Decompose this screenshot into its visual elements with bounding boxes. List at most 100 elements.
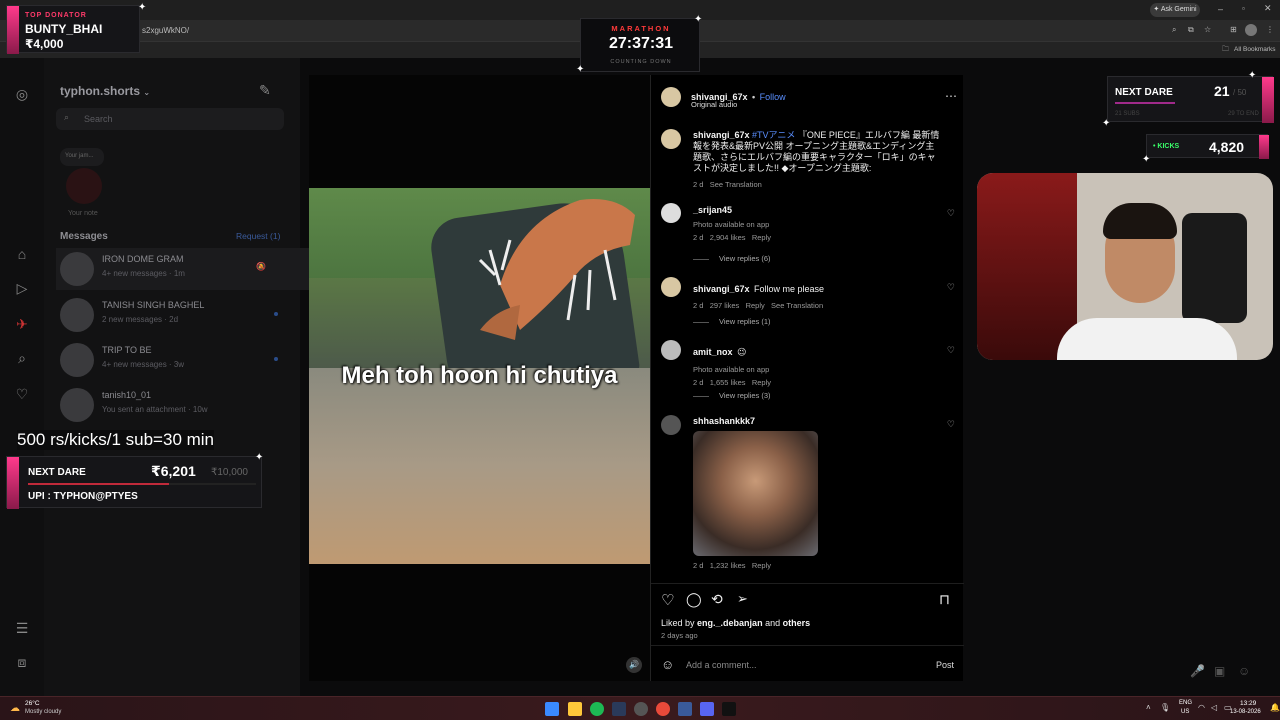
- meta-apps-icon[interactable]: ⧈: [14, 654, 30, 670]
- reply-link[interactable]: Reply: [752, 378, 771, 387]
- post-comment-button[interactable]: Post: [936, 660, 954, 670]
- comment-avatar[interactable]: [661, 277, 681, 297]
- volume-tray-icon[interactable]: ◁: [1211, 703, 1217, 712]
- account-switcher[interactable]: typhon.shorts ⌄: [60, 84, 150, 98]
- like-comment-heart-icon[interactable]: ♡: [947, 208, 955, 219]
- dm-thread[interactable]: TRIP TO BE 4+ new messages · 3w: [56, 339, 326, 381]
- start-icon[interactable]: [545, 702, 559, 716]
- chrome-icon[interactable]: [656, 702, 670, 716]
- dm-thread[interactable]: tanish10_01 You sent an attachment · 10w: [56, 384, 326, 426]
- instagram-logo-icon[interactable]: ◎: [14, 86, 30, 102]
- clock-date[interactable]: 13-08-2026: [1230, 709, 1261, 715]
- audio-label[interactable]: Original audio: [691, 100, 737, 109]
- comment-photo[interactable]: [693, 431, 818, 556]
- see-translation-link[interactable]: See Translation: [771, 301, 823, 310]
- more-options-icon[interactable]: ⋯: [945, 89, 957, 103]
- ask-gemini-button[interactable]: ✦ Ask Gemini: [1150, 3, 1200, 17]
- weather-desc[interactable]: Mostly cloudy: [25, 709, 61, 715]
- note-avatar[interactable]: [66, 168, 102, 204]
- notifications-heart-icon[interactable]: ♡: [14, 386, 30, 402]
- close-window-icon[interactable]: ✕: [1264, 3, 1272, 14]
- caption-avatar[interactable]: [661, 129, 681, 149]
- maximize-icon[interactable]: ▫: [1242, 4, 1245, 13]
- comment-bubble-icon[interactable]: ◯: [686, 591, 702, 608]
- region-indicator[interactable]: US: [1181, 709, 1189, 715]
- comment-username[interactable]: _srijan45: [693, 205, 771, 215]
- bookmark-star-icon[interactable]: ☆: [1204, 25, 1211, 34]
- language-indicator[interactable]: ENG: [1179, 700, 1192, 706]
- dm-thread[interactable]: IRON DOME GRAM 4+ new messages · 1m 🔕: [56, 248, 326, 290]
- minimize-icon[interactable]: –: [1218, 4, 1223, 14]
- extensions-icon[interactable]: ⊞: [1230, 25, 1237, 34]
- reply-link[interactable]: Reply: [746, 301, 765, 310]
- like-comment-heart-icon[interactable]: ♡: [947, 282, 955, 293]
- comment-avatar[interactable]: [661, 203, 681, 223]
- note-bubble[interactable]: Your jam...: [60, 148, 104, 166]
- wifi-icon[interactable]: ◠: [1198, 703, 1205, 712]
- see-translation-link[interactable]: See Translation: [710, 180, 762, 189]
- comment-username[interactable]: shhashankkk7: [693, 416, 755, 426]
- profile-avatar[interactable]: [1245, 24, 1257, 36]
- terminal-icon[interactable]: [722, 702, 736, 716]
- comment-input[interactable]: Add a comment...: [686, 660, 757, 670]
- comment-username[interactable]: amit_nox: [693, 347, 733, 357]
- comment-likes[interactable]: 1,655 likes: [710, 378, 746, 387]
- like-comment-heart-icon[interactable]: ♡: [947, 345, 955, 356]
- menu-kebab-icon[interactable]: ⋮: [1266, 25, 1274, 34]
- comment-likes[interactable]: 2,904 likes: [710, 233, 746, 242]
- dm-thread[interactable]: TANISH SINGH BAGHEL 2 new messages · 2d: [56, 294, 326, 336]
- liked-by-user[interactable]: eng._.debanjan: [697, 618, 763, 628]
- author-avatar[interactable]: [661, 87, 681, 107]
- url-text[interactable]: s2xguWkNO/: [142, 26, 189, 35]
- app-icon[interactable]: [678, 702, 692, 716]
- messages-icon[interactable]: ✈: [14, 316, 30, 332]
- view-replies-link[interactable]: View replies (6): [693, 254, 771, 263]
- reply-link[interactable]: Reply: [752, 561, 771, 570]
- caption-hashtag[interactable]: #TVアニメ: [752, 130, 795, 140]
- more-menu-icon[interactable]: ☰: [14, 620, 30, 636]
- comment-username[interactable]: shivangi_67x: [693, 284, 750, 294]
- tray-mic-icon[interactable]: 🎙: [1160, 703, 1170, 712]
- comment-likes[interactable]: 297 likes: [710, 301, 740, 310]
- clock-time[interactable]: 13:29: [1240, 700, 1256, 707]
- sticker-icon[interactable]: ☺: [1238, 664, 1250, 678]
- caption-username[interactable]: shivangi_67x: [693, 130, 750, 140]
- reply-link[interactable]: Reply: [752, 233, 771, 242]
- image-icon[interactable]: ▣: [1214, 664, 1225, 678]
- requests-link[interactable]: Request (1): [236, 231, 280, 241]
- zoom-icon[interactable]: ⌕: [1172, 25, 1176, 35]
- comment-likes[interactable]: 1,232 likes: [710, 561, 746, 570]
- weather-icon[interactable]: ☁: [10, 703, 20, 714]
- obs-icon[interactable]: [634, 702, 648, 716]
- reels-icon[interactable]: ▷: [14, 280, 30, 296]
- like-heart-icon[interactable]: ♡: [661, 591, 674, 609]
- all-bookmarks-link[interactable]: All Bookmarks: [1234, 46, 1276, 53]
- comment-avatar[interactable]: [661, 340, 681, 360]
- comment: shhashankkk7: [693, 416, 755, 426]
- liked-by-others[interactable]: others: [783, 618, 811, 628]
- like-comment-heart-icon[interactable]: ♡: [947, 419, 955, 430]
- weather-temp[interactable]: 26°C: [25, 700, 40, 707]
- share-paper-plane-icon[interactable]: ➢: [737, 591, 748, 607]
- search-input[interactable]: ⌕ Search: [56, 108, 284, 130]
- view-replies-link[interactable]: View replies (1): [693, 317, 771, 326]
- follow-button[interactable]: Follow: [760, 92, 786, 102]
- home-icon[interactable]: ⌂: [14, 246, 30, 262]
- volume-icon[interactable]: 🔊: [626, 657, 642, 673]
- install-icon[interactable]: ⧉: [1188, 25, 1194, 35]
- emoji-icon[interactable]: ☺: [661, 657, 674, 672]
- save-bookmark-icon[interactable]: ⊓: [939, 591, 950, 608]
- notification-bell-icon[interactable]: 🔔: [1270, 703, 1280, 712]
- discord-icon[interactable]: [700, 702, 714, 716]
- view-replies-link[interactable]: View replies (3): [693, 391, 771, 400]
- new-message-icon[interactable]: ✎: [259, 82, 271, 99]
- spotify-icon[interactable]: [590, 702, 604, 716]
- steam-icon[interactable]: [612, 702, 626, 716]
- comment-avatar[interactable]: [661, 415, 681, 435]
- tray-chevron-icon[interactable]: ˄: [1146, 703, 1151, 712]
- search-nav-icon[interactable]: ⌕: [14, 350, 30, 366]
- repost-icon[interactable]: ⟲: [711, 591, 723, 608]
- file-explorer-icon[interactable]: [568, 702, 582, 716]
- microphone-icon[interactable]: 🎤: [1190, 664, 1205, 678]
- thread-name: tanish10_01: [102, 390, 152, 400]
